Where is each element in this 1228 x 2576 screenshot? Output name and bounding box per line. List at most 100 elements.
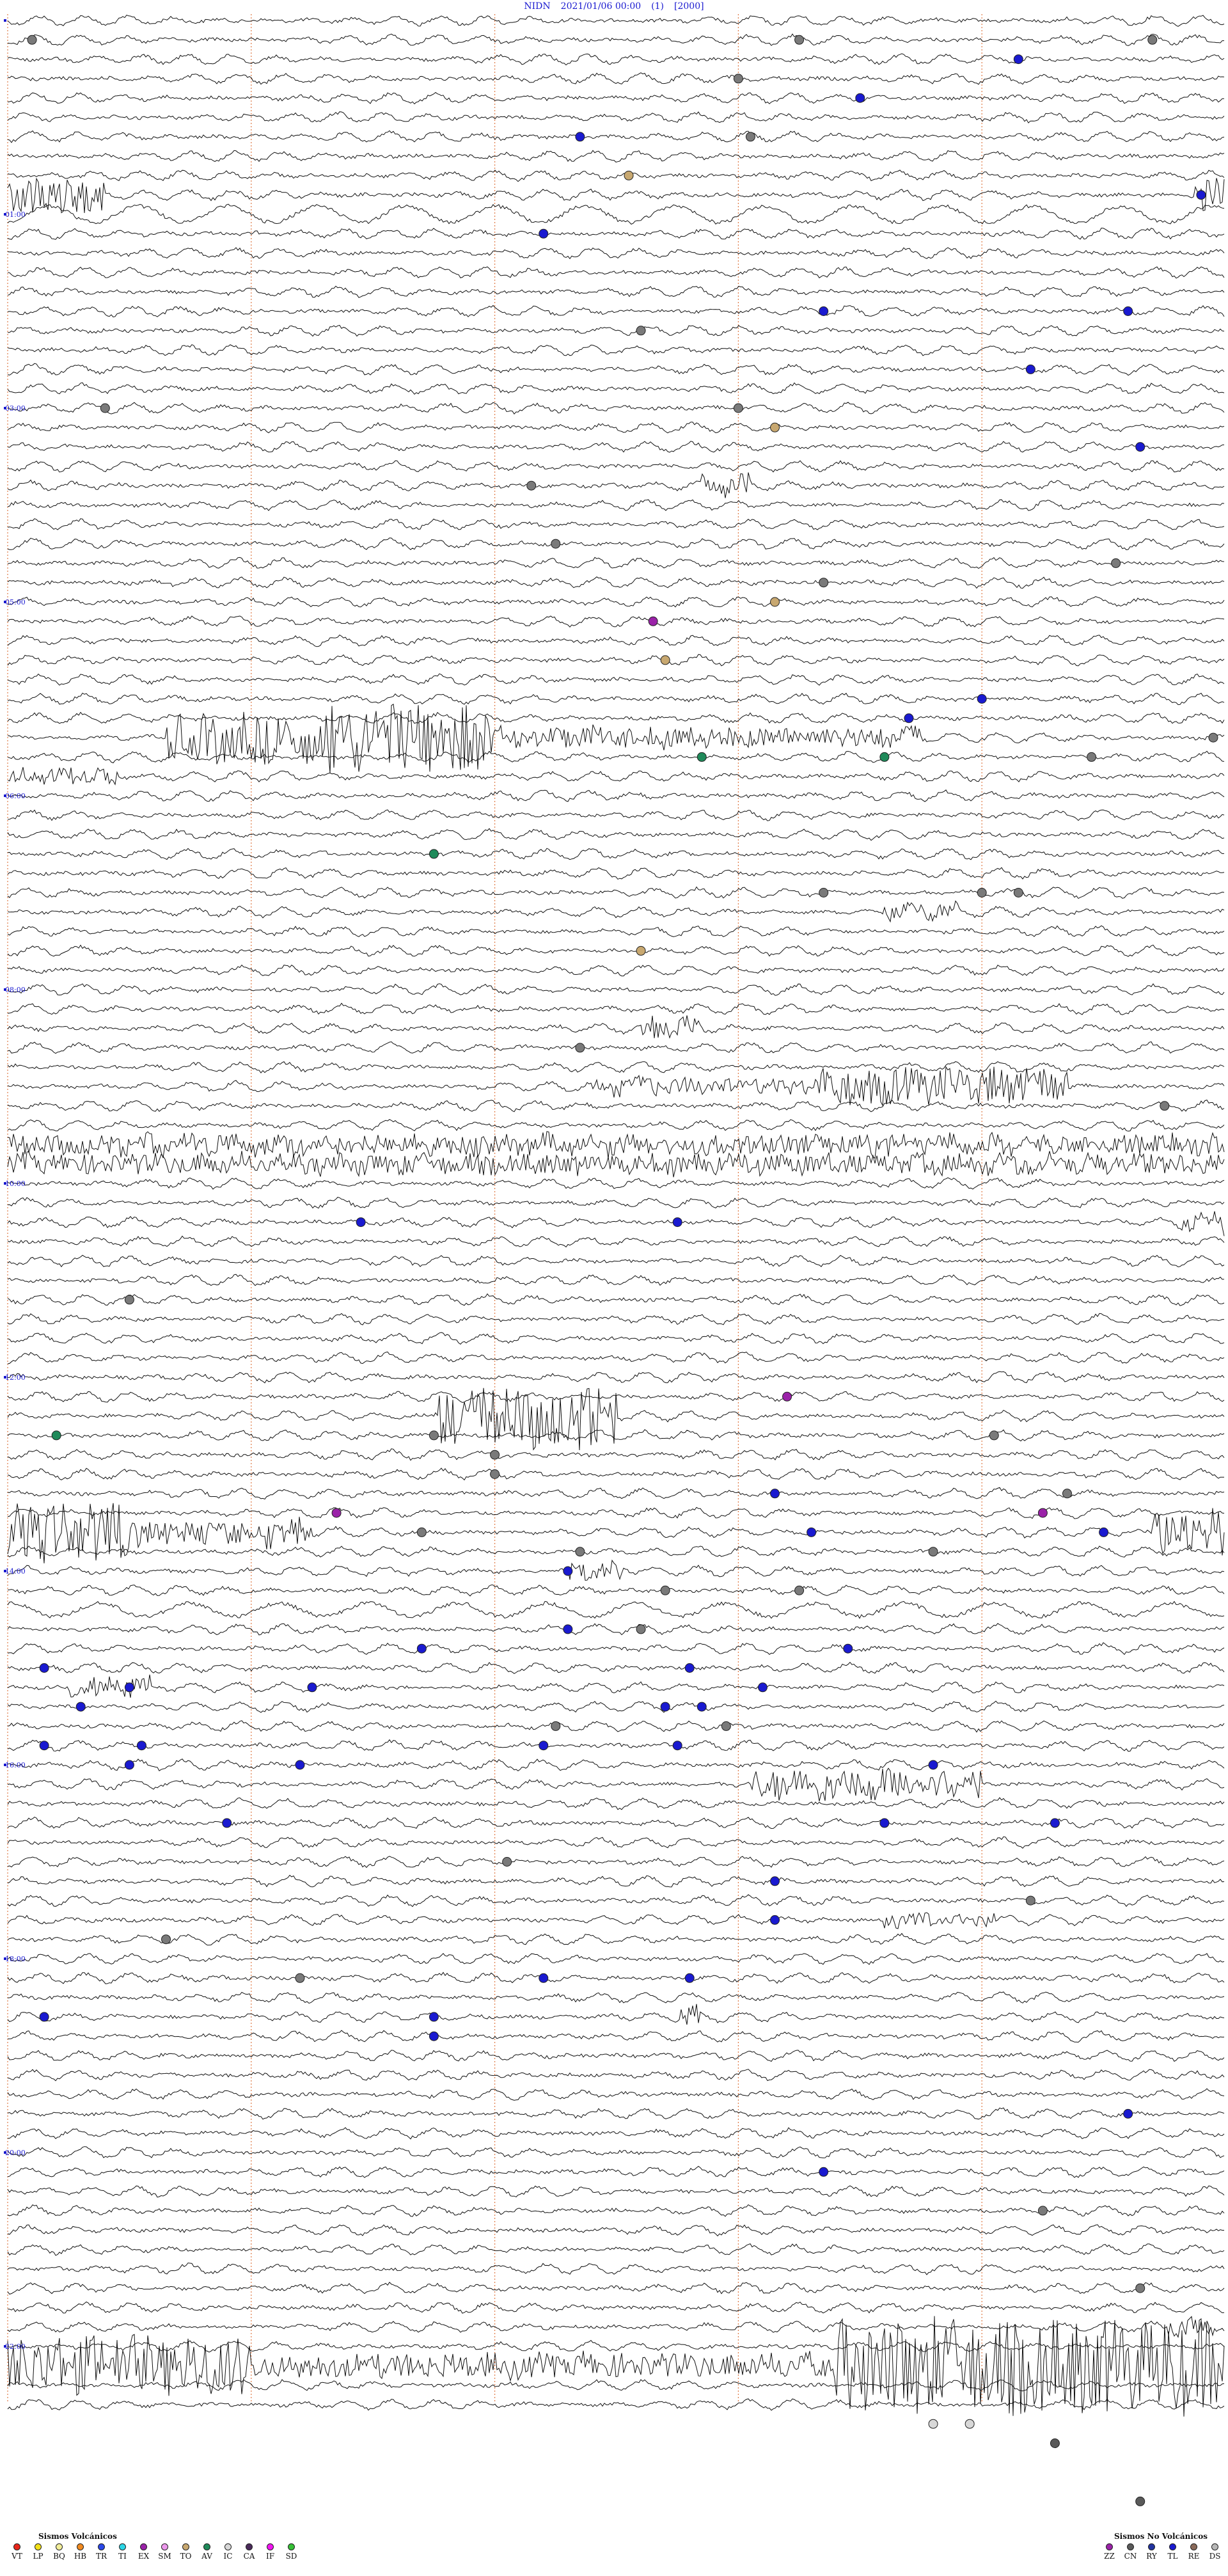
trace-line-44 — [7, 867, 1225, 880]
event-marker-HB — [1050, 1818, 1060, 1828]
trace-line-112 — [7, 2185, 1225, 2198]
event-marker-SM — [636, 945, 646, 956]
legend-volcanic-label-to: TO — [180, 2552, 192, 2561]
trace-line-26 — [7, 518, 1225, 530]
trace-line-108 — [7, 2107, 1225, 2120]
trace-line-9 — [7, 177, 1225, 214]
hour-label: 06:00 — [5, 792, 26, 800]
legend-volcanic-dot-if — [267, 2543, 274, 2550]
legend-volcanic-label-sm: SM — [158, 2552, 171, 2561]
trace-line-15 — [7, 304, 1225, 318]
trace-line-46 — [7, 900, 1225, 923]
legend-volcanic-dot-sd — [288, 2543, 295, 2550]
event-marker-IC — [1025, 1895, 1035, 1906]
event-marker-IC — [161, 1934, 171, 1945]
event-marker-AV — [879, 752, 890, 762]
legend-volcanic-item-ic: IC — [217, 2543, 239, 2561]
trace-line-5 — [7, 111, 1225, 123]
event-marker-HB — [770, 1489, 780, 1499]
trace-line-1 — [7, 33, 1224, 46]
event-marker-HB — [843, 1643, 853, 1654]
event-marker-HB — [928, 1760, 938, 1770]
hour-marker — [4, 794, 6, 797]
event-marker-HB — [672, 1741, 682, 1751]
event-marker-HB — [429, 2012, 439, 2022]
event-marker-HB — [660, 1702, 670, 1712]
trace-line-17 — [7, 344, 1225, 356]
legend-volcanic-label-vt: VT — [12, 2552, 22, 2561]
event-marker-IC — [100, 403, 110, 413]
trace-line-28 — [7, 557, 1225, 569]
trace-line-67 — [7, 1313, 1224, 1325]
hour-marker — [4, 988, 6, 991]
hour-marker — [4, 407, 6, 409]
legend-volcanic-item-if: IF — [260, 2543, 281, 2561]
event-marker-HB — [770, 1915, 780, 1925]
trace-line-48 — [7, 944, 1225, 957]
trace-line-68 — [7, 1332, 1225, 1345]
legend-volcanic-dot-av — [203, 2543, 210, 2550]
legend-volcanic-dot-lp — [35, 2543, 42, 2550]
trace-line-70 — [7, 1371, 1225, 1384]
event-marker-HB — [807, 1527, 817, 1537]
legend-non-volcanic-dot-tl — [1169, 2543, 1176, 2550]
legend-volcanic-label-ex: EX — [138, 2552, 150, 2561]
trace-line-103 — [7, 2003, 1225, 2025]
trace-line-4 — [7, 91, 1224, 105]
legend-non-volcanic-label-tl: TL — [1167, 2552, 1178, 2561]
event-marker-EX — [648, 616, 658, 626]
event-marker-HB — [855, 93, 865, 103]
event-marker-IC — [733, 74, 743, 84]
trace-line-111 — [7, 2165, 1225, 2178]
event-marker-SM — [624, 170, 634, 180]
event-marker-AV — [697, 752, 707, 762]
event-marker-HB — [75, 1702, 86, 1712]
legend-volcanic-dot-hb — [77, 2543, 84, 2550]
trace-line-27 — [7, 537, 1225, 551]
legend-volcanic-label-av: AV — [201, 2552, 212, 2561]
trace-line-90 — [7, 1758, 1225, 1772]
event-marker-IC — [490, 1469, 500, 1479]
event-marker-IC — [989, 1430, 999, 1441]
event-marker-HB — [563, 1624, 573, 1634]
trace-line-76 — [7, 1487, 1225, 1500]
legend-volcanic-dot-ic — [224, 2543, 232, 2550]
event-marker-IC — [526, 480, 537, 491]
event-marker-IC — [575, 1547, 585, 1557]
legend-non-volcanic-item-re: RE — [1183, 2543, 1204, 2561]
event-marker-SM — [660, 655, 670, 665]
event-marker-HB — [879, 1818, 890, 1828]
legend-volcanic-title: Sismos Volcánicos — [38, 2532, 117, 2541]
event-marker-HB — [307, 1682, 317, 1693]
legend-non-volcanic-item-cn: CN — [1120, 2543, 1141, 2561]
trace-line-0 — [7, 14, 1225, 27]
trace-line-33 — [7, 654, 1225, 667]
event-marker-HB — [1099, 1527, 1109, 1537]
hour-marker — [4, 1570, 6, 1572]
trace-line-102 — [7, 1991, 1225, 2004]
trace-line-91 — [7, 1767, 1225, 1801]
trace-line-99 — [7, 1932, 1225, 1946]
trace-line-89 — [7, 1739, 1225, 1752]
trace-line-64 — [7, 1254, 1225, 1268]
event-marker-IC — [745, 132, 755, 142]
trace-line-8 — [7, 170, 1225, 182]
trace-line-114 — [7, 2224, 1224, 2237]
event-marker-IC — [551, 1721, 561, 1731]
event-marker-HB — [904, 713, 914, 723]
trace-line-72 — [7, 1387, 1225, 1451]
legend-volcanic-label-if: IF — [265, 2552, 275, 2561]
trace-line-121 — [7, 2316, 1225, 2417]
event-marker-HB — [977, 694, 987, 704]
legend-volcanic-dot-to — [182, 2543, 189, 2550]
event-marker-IC — [295, 1973, 305, 1983]
trace-line-57 — [7, 1119, 1225, 1132]
legend-volcanic-item-ca: CA — [239, 2543, 260, 2561]
trace-line-52 — [7, 1015, 1225, 1039]
trace-line-30 — [7, 596, 1225, 608]
event-marker-HB — [356, 1217, 366, 1228]
event-marker-IC — [1037, 2206, 1048, 2216]
legend-volcanic-label-sd: SD — [285, 2552, 297, 2561]
trace-line-32 — [7, 635, 1225, 647]
event-marker-IC — [502, 1857, 512, 1867]
